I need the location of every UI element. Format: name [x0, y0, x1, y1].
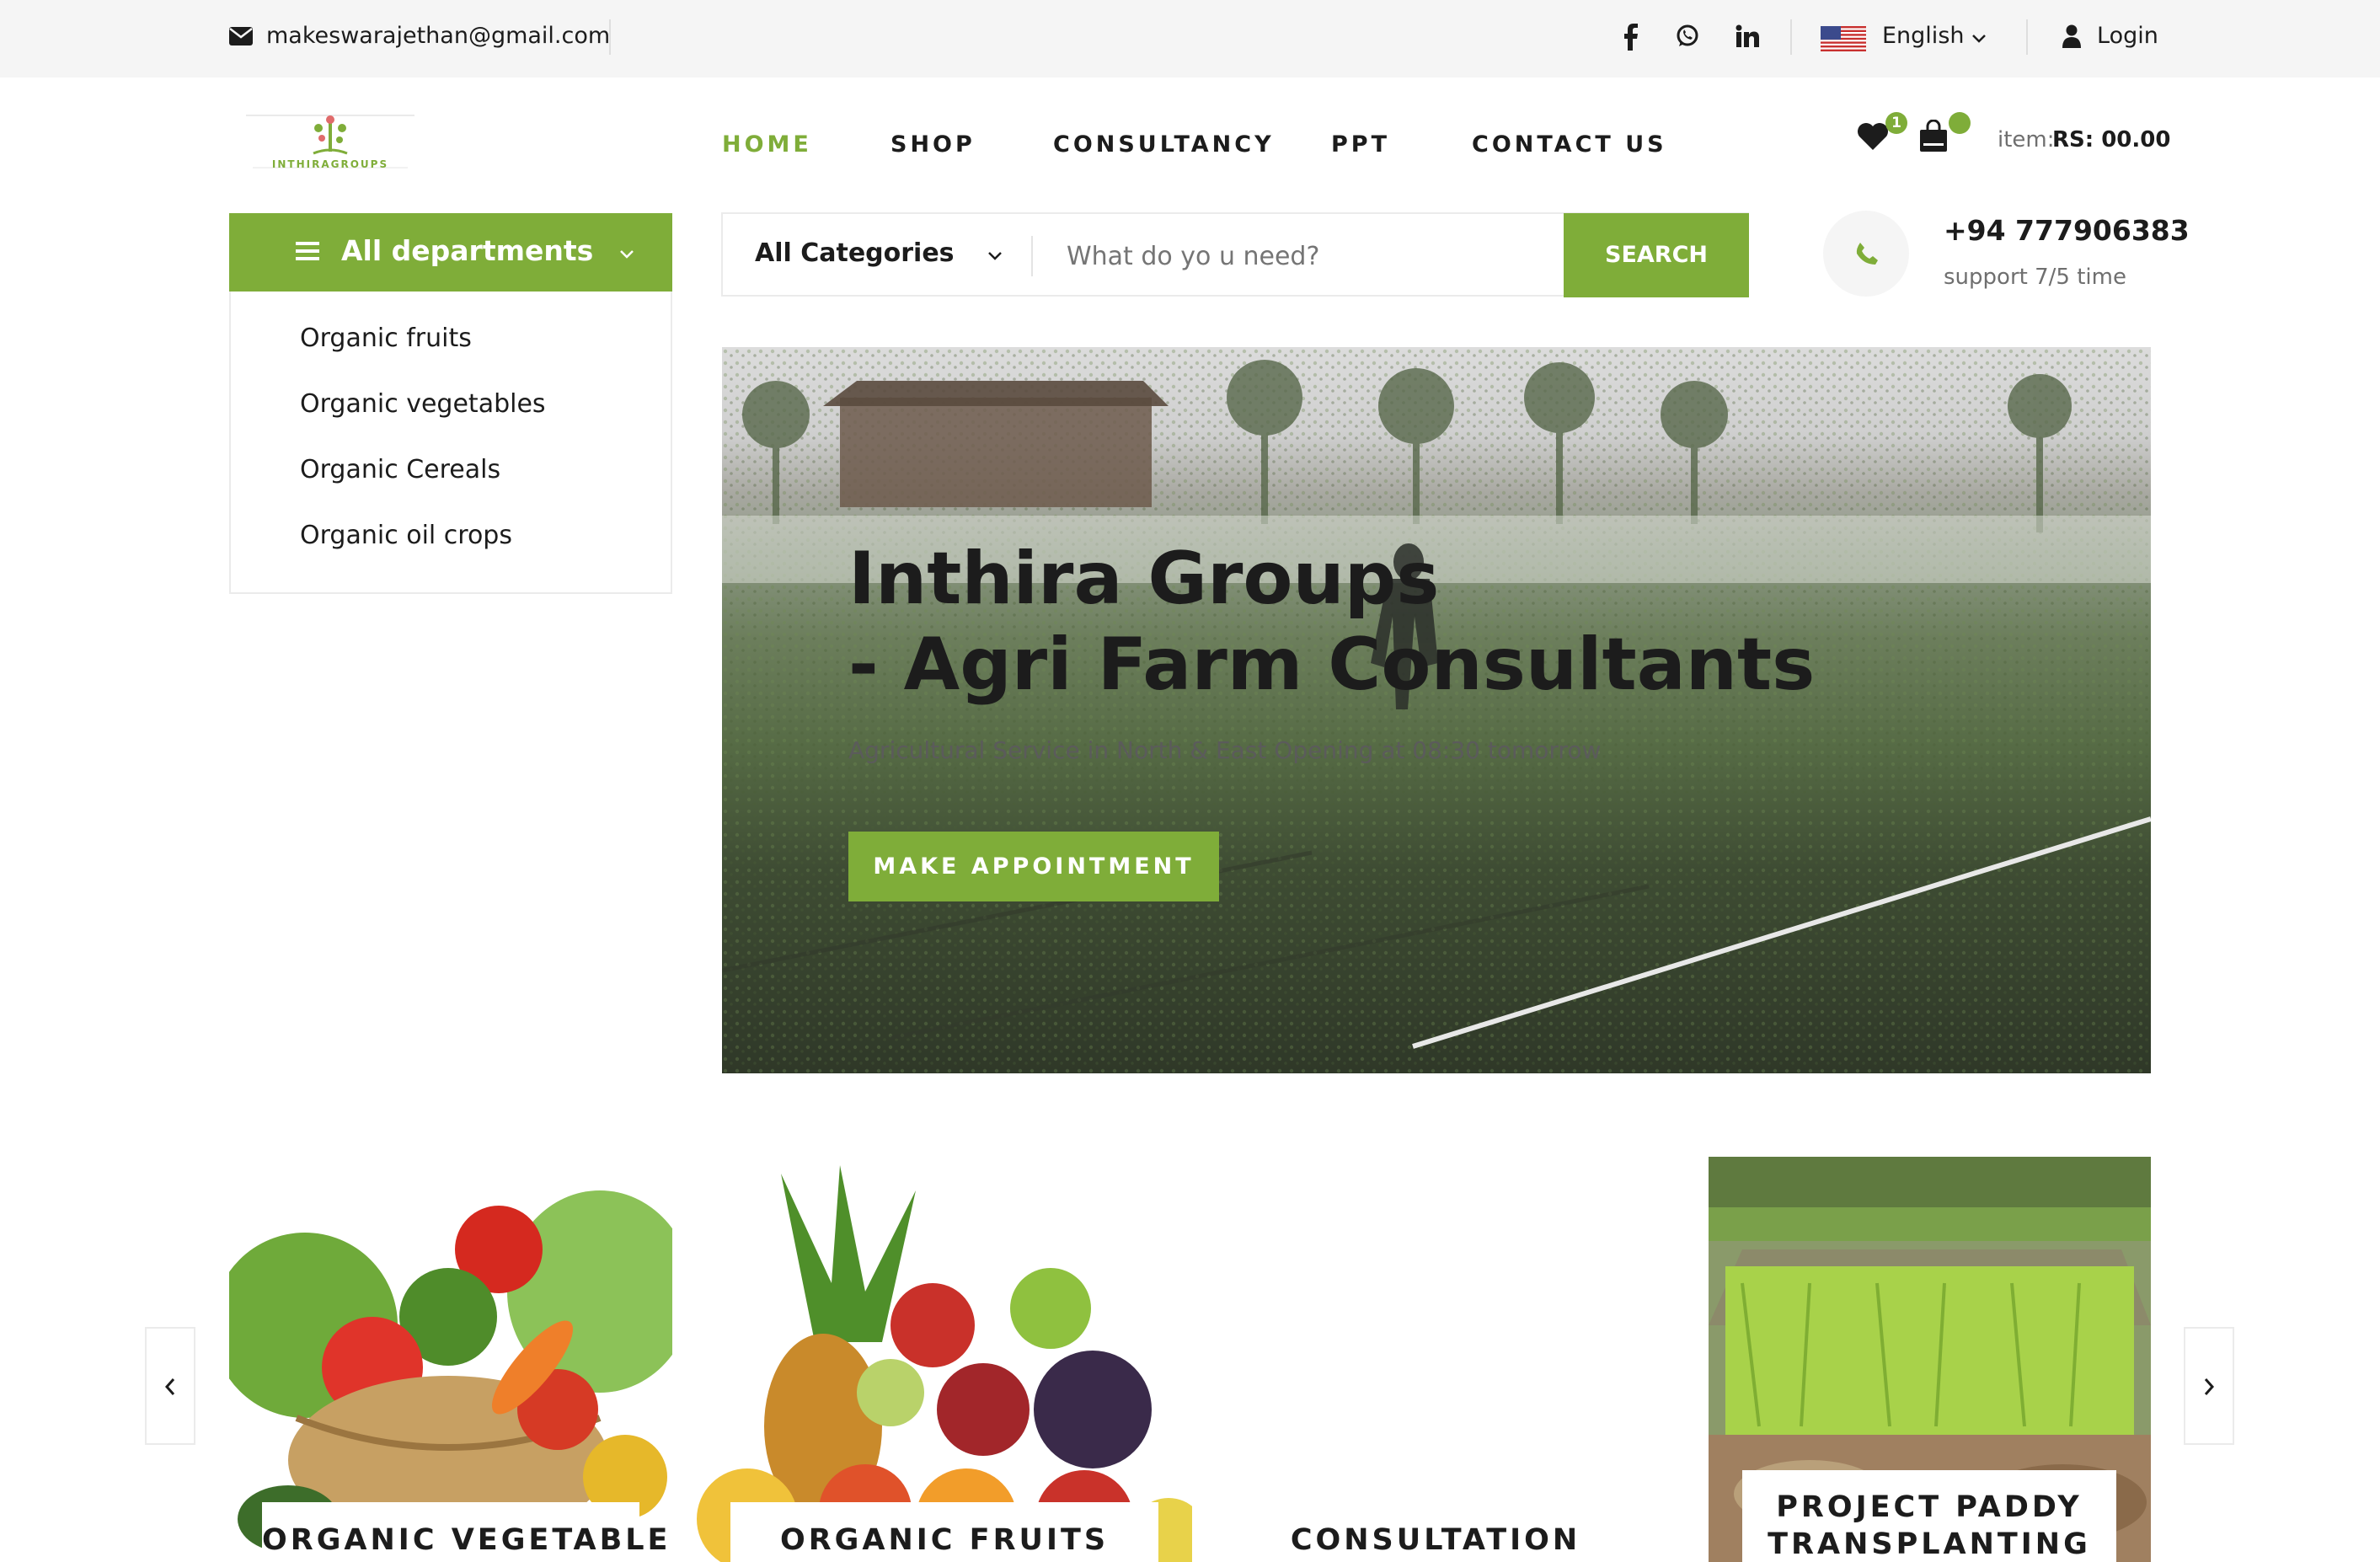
us-flag-icon [1821, 26, 1866, 55]
nav-home[interactable]: HOME [722, 131, 812, 158]
hero-farm-image [722, 347, 2151, 1073]
support-hours: support 7/5 time [1944, 265, 2126, 290]
linkedin-icon[interactable] [1736, 24, 1759, 51]
category-label: ORGANIC VEGETABLES [262, 1502, 672, 1562]
wishlist-count-badge: 1 [1885, 112, 1907, 134]
hero-title-line2: - Agri Farm Consultants [848, 623, 1816, 707]
make-appointment-button[interactable]: MAKE APPOINTMENT [848, 832, 1219, 901]
nav-consultancy[interactable]: CONSULTANCY [1053, 131, 1275, 158]
category-label: CONSULTATION [1290, 1523, 1581, 1557]
category-label-line1: PROJECT PADDY [1776, 1490, 2083, 1524]
cart-count-badge [1949, 112, 1971, 134]
department-item[interactable]: Organic vegetables [300, 389, 546, 419]
envelope-icon [228, 26, 254, 50]
hero-title-line1: Inthira Groups [848, 537, 1440, 621]
chevron-left-icon [164, 1371, 176, 1400]
vegetables-image [229, 1157, 672, 1562]
chevron-right-icon [2203, 1371, 2215, 1400]
cart-total: RS: 00.00 [2052, 127, 2171, 152]
category-card-paddy[interactable]: PROJECT PADDY TRANSPLANTING [1709, 1157, 2151, 1562]
chevron-down-icon[interactable] [987, 249, 1003, 265]
category-label: ORGANIC FRUITS [730, 1502, 1158, 1562]
category-card-consultation[interactable]: CONSULTATION [1215, 1157, 1656, 1562]
phone-icon [1854, 241, 1880, 270]
divider [1031, 236, 1033, 276]
search-input[interactable] [1067, 233, 1555, 280]
department-item[interactable]: Organic Cereals [300, 455, 500, 484]
chevron-down-icon [619, 247, 634, 263]
language-selector[interactable]: English [1882, 23, 1965, 49]
nav-shop[interactable]: SHOP [890, 131, 976, 158]
chevron-down-icon[interactable] [1971, 31, 1987, 47]
search-button[interactable]: SEARCH [1564, 213, 1749, 297]
all-departments-toggle[interactable]: All departments [229, 213, 672, 292]
user-icon[interactable] [2062, 24, 2081, 51]
login-link[interactable]: Login [2097, 23, 2158, 49]
heart-icon[interactable] [1857, 122, 1889, 154]
whatsapp-icon[interactable] [1675, 24, 1700, 52]
departments-list: Organic fruits Organic vegetables Organi… [229, 292, 672, 594]
carousel-next-button[interactable] [2184, 1327, 2234, 1445]
carousel-prev-button[interactable] [145, 1327, 195, 1445]
phone-icon-circle [1823, 211, 1909, 297]
departments-title: All departments [341, 234, 594, 267]
department-item[interactable]: Organic oil crops [300, 521, 512, 550]
category-label: PROJECT PADDY TRANSPLANTING [1742, 1470, 2116, 1562]
divider [1790, 19, 1792, 55]
nav-ppt[interactable]: PPT [1331, 131, 1390, 158]
category-card-vegetables[interactable]: ORGANIC VEGETABLES [229, 1157, 672, 1562]
fruits-image [697, 1157, 1192, 1562]
facebook-icon[interactable] [1622, 24, 1639, 54]
logo[interactable]: INTHIRAGROUPS [229, 108, 431, 175]
support-phone[interactable]: +94 777906383 [1944, 214, 2190, 247]
category-label-line2: TRANSPLANTING [1768, 1527, 2091, 1561]
contact-email[interactable]: makeswarajethan@gmail.com [266, 23, 610, 49]
logo-text: INTHIRAGROUPS [271, 158, 389, 170]
item-label: item: [1998, 127, 2055, 152]
divider [2026, 19, 2028, 55]
department-item[interactable]: Organic fruits [300, 324, 472, 353]
shopping-bag-icon[interactable] [1918, 119, 1949, 157]
category-card-fruits[interactable]: ORGANIC FRUITS [697, 1157, 1192, 1562]
divider [609, 19, 611, 55]
hero-banner: Inthira Groups - Agri Farm Consultants A… [722, 347, 2151, 1073]
hero-subtitle: Agricultural Service in North & East Ope… [848, 736, 1602, 764]
nav-contact-us[interactable]: CONTACT US [1472, 131, 1667, 158]
category-select[interactable]: All Categories [755, 238, 955, 268]
hamburger-menu-icon [296, 241, 319, 265]
